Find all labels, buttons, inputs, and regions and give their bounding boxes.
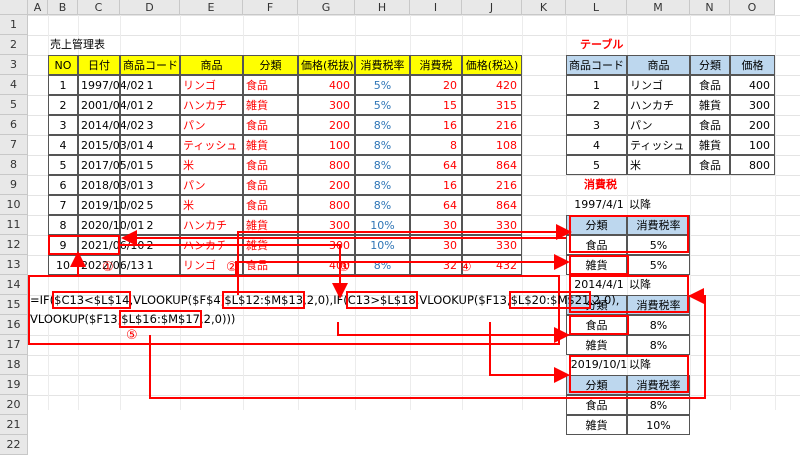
tax-cell[interactable]: 10% (627, 415, 690, 435)
connector-arrow (235, 254, 570, 276)
row-header-22[interactable]: 22 (0, 435, 28, 455)
connector-arrow (149, 288, 706, 399)
connector-arrow (337, 322, 570, 343)
connector-arrow (489, 322, 570, 383)
tax-cell[interactable]: 雑貨 (566, 415, 627, 435)
connector-arrow (120, 244, 348, 299)
connector-arrows (70, 224, 706, 399)
row-header-21[interactable]: 21 (0, 415, 28, 435)
connector-arrow (237, 224, 572, 295)
